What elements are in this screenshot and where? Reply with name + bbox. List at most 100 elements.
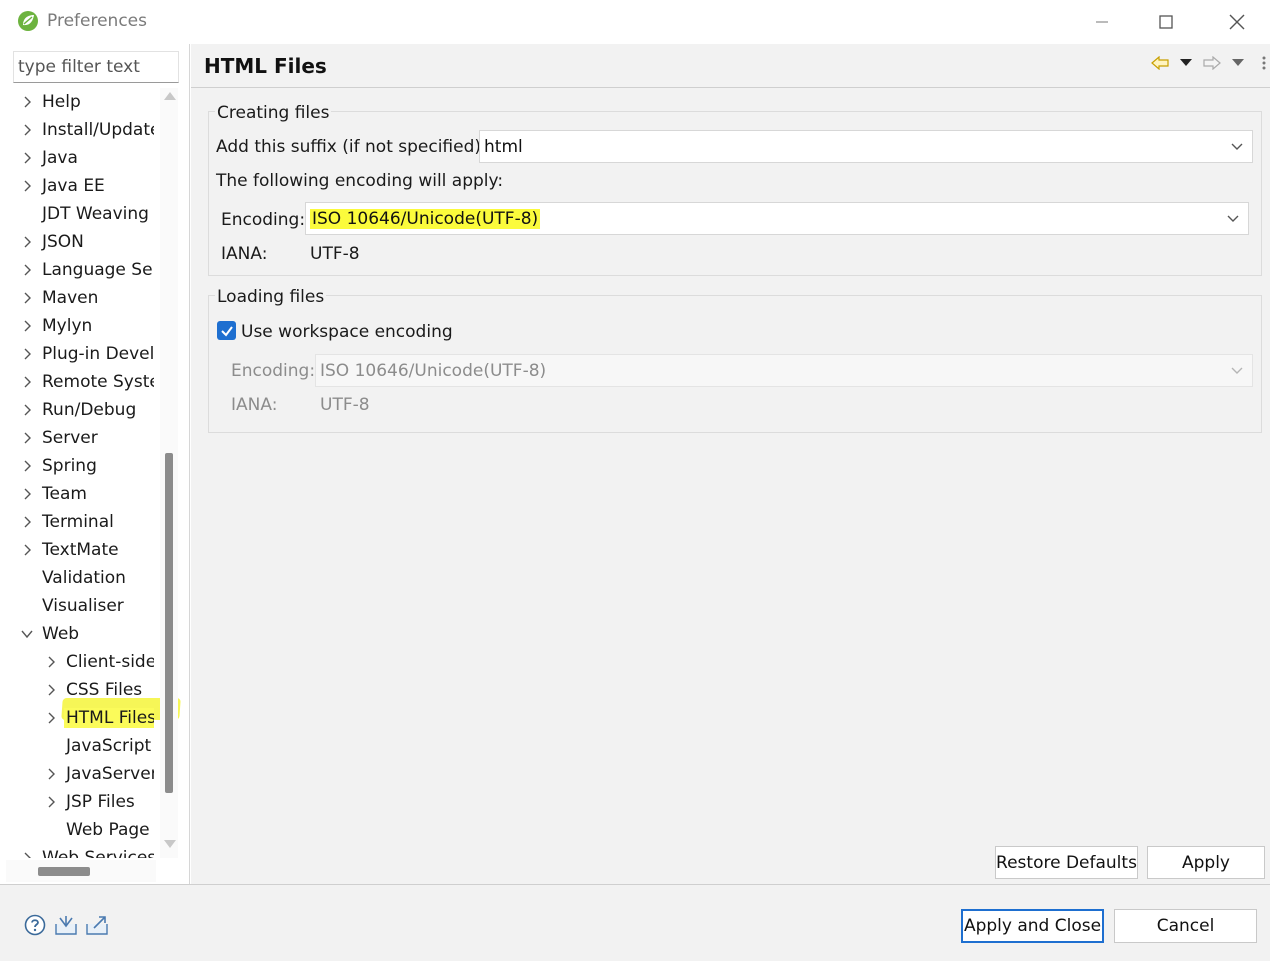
tree-item-css-files[interactable]: CSS Files — [44, 676, 142, 704]
chevron-right-icon[interactable] — [44, 710, 58, 726]
scroll-down-icon[interactable] — [164, 840, 176, 848]
restore-defaults-button[interactable]: Restore Defaults — [995, 846, 1138, 879]
loading-encoding-combo: ISO 10646/Unicode(UTF-8) — [315, 354, 1253, 387]
preference-tree: Help Install/Update Java Java EE JDT Weaving… — [6, 88, 154, 858]
tree-item-team[interactable]: Team — [20, 480, 87, 508]
chevron-right-icon[interactable] — [20, 542, 34, 558]
page-title: HTML Files — [204, 54, 327, 78]
export-icon[interactable] — [85, 913, 109, 937]
import-icon[interactable] — [54, 913, 78, 937]
tree-item-validation[interactable]: Validation — [20, 564, 126, 592]
preference-page: HTML Files Creating files Add this suffi… — [191, 44, 1270, 884]
tree-item-label: Maven — [42, 288, 99, 308]
iana-label: IANA: — [221, 244, 268, 264]
tree-item-label: Validation — [42, 568, 126, 588]
tree-item-label: Java — [42, 148, 78, 168]
tree-item-language-ser[interactable]: Language Ser — [20, 256, 154, 284]
tree-item-visualiser[interactable]: Visualiser — [20, 592, 124, 620]
maximize-icon[interactable] — [1151, 8, 1181, 36]
tree-item-javascript[interactable]: JavaScript — [44, 732, 151, 760]
tree-item-label: CSS Files — [66, 680, 143, 700]
chevron-right-icon[interactable] — [44, 682, 58, 698]
forward-dropdown-icon[interactable] — [1227, 52, 1249, 74]
scroll-up-icon[interactable] — [164, 92, 176, 100]
chevron-right-icon[interactable] — [20, 150, 34, 166]
chevron-right-icon[interactable] — [44, 766, 58, 782]
tree-item-remote-syste[interactable]: Remote Syste — [20, 368, 154, 396]
chevron-right-icon[interactable] — [20, 318, 34, 334]
tree-item-textmate[interactable]: TextMate — [20, 536, 119, 564]
tree-item-html-files[interactable]: HTML Files — [44, 704, 154, 732]
use-workspace-encoding-checkbox[interactable] — [217, 321, 236, 340]
back-dropdown-icon[interactable] — [1175, 52, 1197, 74]
page-nav-toolbar — [1149, 52, 1270, 74]
chevron-right-icon[interactable] — [20, 262, 34, 278]
filter-input[interactable] — [13, 51, 179, 83]
tree-item-maven[interactable]: Maven — [20, 284, 98, 312]
tree-item-label: Web Page — [66, 820, 150, 840]
window-title: Preferences — [47, 11, 147, 31]
loading-encoding-label: Encoding: — [231, 361, 316, 381]
title-bar: Preferences — [0, 0, 1270, 44]
tree-item-web[interactable]: Web — [20, 620, 79, 648]
close-icon[interactable] — [1222, 8, 1252, 36]
tree-item-run-debug[interactable]: Run/Debug — [20, 396, 136, 424]
tree-item-web-page[interactable]: Web Page — [44, 816, 150, 844]
chevron-right-icon[interactable] — [44, 654, 58, 670]
tree-item-web-services[interactable]: Web Services — [20, 844, 154, 858]
back-arrow-icon[interactable] — [1149, 52, 1171, 74]
loading-iana-value: UTF-8 — [320, 395, 370, 415]
cancel-button[interactable]: Cancel — [1114, 909, 1257, 943]
chevron-right-icon[interactable] — [20, 346, 34, 362]
chevron-right-icon[interactable] — [20, 430, 34, 446]
tree-item-label: Run/Debug — [42, 400, 137, 420]
chevron-right-icon[interactable] — [20, 290, 34, 306]
tree-vertical-scrollbar[interactable] — [160, 88, 178, 858]
chevron-right-icon[interactable] — [20, 94, 34, 110]
tree-horizontal-scrollbar[interactable] — [6, 860, 156, 882]
minimize-icon[interactable] — [1087, 8, 1117, 36]
tree-item-label: Mylyn — [42, 316, 93, 336]
tree-item-java-ee[interactable]: Java EE — [20, 172, 105, 200]
tree-item-java[interactable]: Java — [20, 144, 78, 172]
iana-value: UTF-8 — [310, 244, 360, 264]
chevron-right-icon[interactable] — [20, 458, 34, 474]
chevron-right-icon[interactable] — [20, 514, 34, 530]
header-divider — [191, 87, 1270, 88]
chevron-right-icon[interactable] — [20, 122, 34, 138]
use-workspace-encoding-label[interactable]: Use workspace encoding — [241, 322, 453, 342]
tree-item-help[interactable]: Help — [20, 88, 81, 116]
view-menu-icon[interactable] — [1253, 52, 1270, 74]
tree-item-spring[interactable]: Spring — [20, 452, 97, 480]
tree-item-label: Help — [42, 92, 81, 112]
help-icon[interactable] — [23, 913, 47, 937]
encoding-combo[interactable]: ISO 10646/Unicode(UTF-8) — [305, 202, 1249, 235]
tree-item-server[interactable]: Server — [20, 424, 98, 452]
tree-item-client-side[interactable]: Client-side — [44, 648, 154, 676]
chevron-down-icon[interactable] — [20, 626, 34, 642]
tree-item-json[interactable]: JSON — [20, 228, 84, 256]
suffix-combo[interactable]: html — [479, 130, 1253, 163]
tree-item-terminal[interactable]: Terminal — [20, 508, 114, 536]
tree-item-jsp-files[interactable]: JSP Files — [44, 788, 135, 816]
chevron-right-icon[interactable] — [20, 850, 34, 858]
chevron-right-icon[interactable] — [20, 402, 34, 418]
tree-item-install-update[interactable]: Install/Update — [20, 116, 154, 144]
tree-item-mylyn[interactable]: Mylyn — [20, 312, 92, 340]
apply-and-close-button[interactable]: Apply and Close — [961, 909, 1104, 943]
chevron-right-icon[interactable] — [20, 178, 34, 194]
hscrollbar-thumb[interactable] — [38, 867, 90, 876]
scrollbar-thumb[interactable] — [165, 453, 173, 793]
apply-button[interactable]: Apply — [1147, 846, 1265, 879]
tree-item-plug-in-develo[interactable]: Plug-in Develo — [20, 340, 154, 368]
forward-arrow-icon[interactable] — [1201, 52, 1223, 74]
tree-item-label: Remote Syste — [42, 372, 154, 392]
chevron-right-icon[interactable] — [20, 234, 34, 250]
tree-item-javaserver[interactable]: JavaServer — [44, 760, 154, 788]
tree-item-jdt-weaving[interactable]: JDT Weaving — [20, 200, 149, 228]
chevron-right-icon[interactable] — [20, 374, 34, 390]
chevron-right-icon[interactable] — [20, 486, 34, 502]
chevron-right-icon[interactable] — [44, 794, 58, 810]
tree-item-label: JSON — [42, 232, 84, 252]
